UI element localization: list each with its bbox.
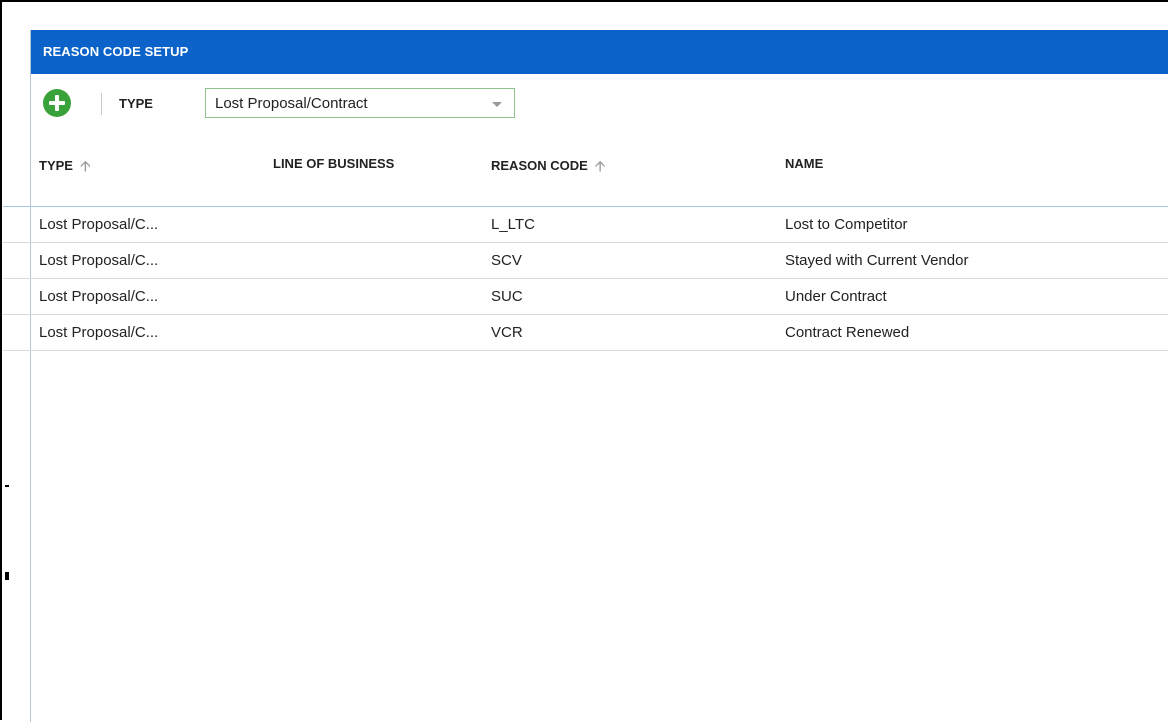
column-header-line-of-business[interactable]: LINE OF BUSINESS — [273, 156, 394, 171]
cell-type: Lost Proposal/C... — [39, 252, 159, 269]
table-row[interactable]: Lost Proposal/C... VCR Contract Renewed — [3, 315, 1168, 351]
cell-reason-code: SUC — [491, 288, 523, 305]
add-button[interactable] — [43, 89, 71, 117]
cell-type: Lost Proposal/C... — [39, 324, 159, 341]
sort-arrow-up-icon[interactable]: 🡩 — [80, 156, 91, 181]
column-header-reason-code-label: REASON CODE — [491, 158, 588, 173]
app-window: REASON CODE SETUP TYPE Lost Proposal/Con… — [0, 0, 1168, 722]
cell-name: Contract Renewed — [785, 324, 910, 341]
chevron-down-icon[interactable] — [492, 102, 502, 107]
cell-name: Under Contract — [785, 288, 887, 305]
table-row[interactable]: Lost Proposal/C... SUC Under Contract — [3, 279, 1168, 315]
edge-artifact — [5, 485, 9, 487]
reason-code-panel: REASON CODE SETUP TYPE Lost Proposal/Con… — [3, 30, 1168, 722]
sort-arrow-up-icon[interactable]: 🡩 — [595, 156, 606, 181]
cell-reason-code: L_LTC — [491, 216, 535, 233]
cell-reason-code: VCR — [491, 324, 523, 341]
column-header-name[interactable]: NAME — [785, 156, 823, 171]
column-header-reason-code[interactable]: REASON CODE 🡩 — [491, 156, 606, 181]
cell-reason-code: SCV — [491, 252, 522, 269]
cell-name: Lost to Competitor — [785, 216, 908, 233]
cell-type: Lost Proposal/C... — [39, 216, 159, 233]
column-header-lob-label: LINE OF BUSINESS — [273, 156, 395, 171]
toolbar: TYPE Lost Proposal/Contract — [31, 74, 1168, 134]
table-row[interactable]: Lost Proposal/C... SCV Stayed with Curre… — [3, 243, 1168, 279]
column-header-name-label: NAME — [785, 156, 824, 171]
table-row[interactable]: Lost Proposal/C... L_LTC Lost to Competi… — [3, 207, 1168, 243]
cell-type: Lost Proposal/C... — [39, 288, 159, 305]
panel-title: REASON CODE SETUP — [31, 30, 1168, 74]
column-header-type-label: TYPE — [39, 158, 73, 173]
grid-body: Lost Proposal/C... L_LTC Lost to Competi… — [3, 207, 1168, 351]
type-filter-label: TYPE — [119, 96, 153, 111]
edge-artifact — [5, 572, 9, 580]
type-select-value: Lost Proposal/Contract — [215, 95, 368, 112]
toolbar-divider — [101, 93, 102, 115]
grid-header: TYPE 🡩 LINE OF BUSINESS REASON CODE 🡩 NAME — [3, 134, 1168, 207]
type-select[interactable]: Lost Proposal/Contract — [205, 88, 515, 118]
cell-name: Stayed with Current Vendor — [785, 252, 969, 269]
column-header-type[interactable]: TYPE 🡩 — [39, 156, 91, 181]
